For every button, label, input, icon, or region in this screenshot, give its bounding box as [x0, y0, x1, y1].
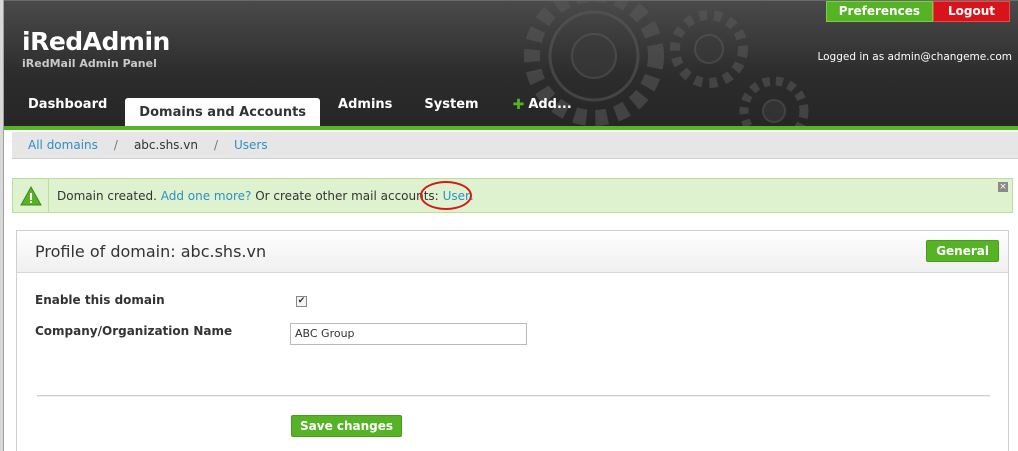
nav-admins[interactable]: Admins [320, 92, 410, 126]
breadcrumb-domain: abc.shs.vn [133, 138, 198, 152]
breadcrumb-separator: / [213, 138, 218, 152]
brand-subtitle: iRedMail Admin Panel [22, 57, 157, 70]
nav-add[interactable]: ✚ Add... [497, 92, 572, 126]
breadcrumb: All domains / abc.shs.vn / Users [12, 132, 1018, 159]
breadcrumb-separator: / [113, 138, 118, 152]
notice-text-middle: Or create other mail accounts: [255, 188, 439, 203]
panel-title: Profile of domain: abc.shs.vn [35, 242, 267, 261]
nav-add-label: Add... [528, 97, 572, 112]
breadcrumb-all-domains[interactable]: All domains [28, 138, 98, 152]
warning-triangle-icon [13, 179, 49, 212]
close-icon[interactable]: × [998, 182, 1008, 192]
preferences-button[interactable]: Preferences [825, 1, 933, 22]
general-tab-button[interactable]: General [926, 240, 999, 262]
nav-dashboard[interactable]: Dashboard [4, 92, 125, 126]
logout-button[interactable]: Logout [932, 1, 1010, 22]
nav-domains-and-accounts[interactable]: Domains and Accounts [125, 98, 321, 126]
save-changes-button[interactable]: Save changes [291, 415, 403, 437]
nav-system[interactable]: System [410, 92, 496, 126]
brand-title: iRedAdmin [22, 27, 170, 56]
main-nav: Dashboard Domains and Accounts Admins Sy… [4, 92, 572, 126]
highlight-circle [420, 181, 472, 210]
enable-domain-label: Enable this domain [35, 293, 165, 307]
panel-header: Profile of domain: abc.shs.vn [17, 231, 1008, 273]
logged-in-status: Logged in as admin@changeme.com [817, 51, 1012, 63]
form-divider [37, 395, 990, 397]
breadcrumb-users[interactable]: Users [234, 138, 268, 152]
add-one-more-link[interactable]: Add one more? [161, 189, 252, 203]
top-buttons: Preferences Logout [825, 1, 1010, 22]
domain-profile-panel: Profile of domain: abc.shs.vn General En… [16, 230, 1009, 451]
notice-text: Domain created. [57, 188, 157, 203]
header-divider [4, 126, 1018, 130]
company-name-input[interactable]: ABC Group [290, 323, 527, 345]
enable-domain-checkbox[interactable]: ✔ [296, 296, 307, 307]
company-name-label: Company/Organization Name [35, 324, 233, 338]
plus-icon: ✚ [512, 96, 525, 113]
success-notice: Domain created. Add one more? Or create … [12, 178, 1013, 213]
